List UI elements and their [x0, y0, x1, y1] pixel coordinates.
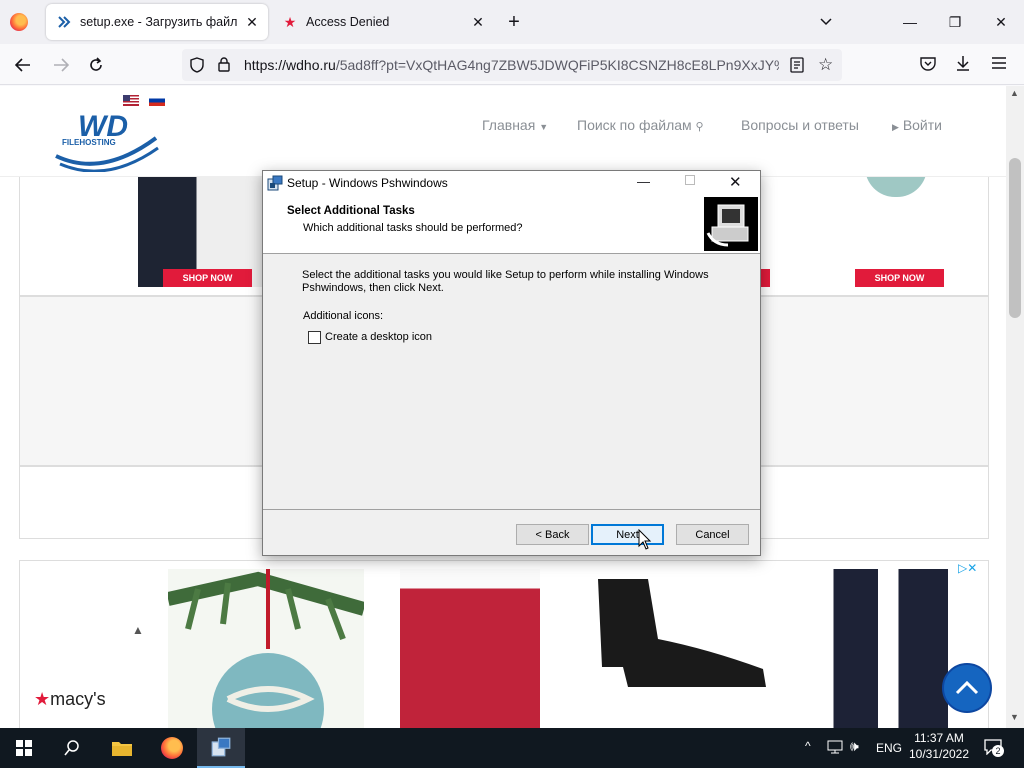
scroll-up-arrow-icon[interactable]: ▲ [1010, 88, 1019, 98]
language-indicator[interactable]: ENG [876, 741, 902, 755]
macys-star-icon: ★ [34, 689, 51, 709]
ad-banner-macys[interactable]: ▲ ★macy's ▷✕ [19, 560, 989, 728]
tab-setup-exe[interactable]: setup.exe - Загрузить файл или ✕ [46, 4, 268, 40]
scroll-to-top-button[interactable] [942, 663, 992, 713]
desktop-icon-checkbox-label[interactable]: Create a desktop icon [325, 331, 432, 343]
menu-item-home[interactable]: Главная ▼ [482, 117, 548, 133]
macys-logo[interactable]: ★macy's [34, 689, 106, 710]
menu-item-label: Главная [482, 117, 536, 133]
tab-access-denied[interactable]: ★ Access Denied ✕ [272, 4, 494, 40]
restore-window-button[interactable]: ❐ [941, 8, 969, 36]
shield-icon[interactable] [190, 57, 204, 76]
hamburger-menu-icon[interactable] [992, 57, 1006, 72]
firefox-taskbar-icon[interactable] [148, 728, 196, 768]
page-scrollbar[interactable]: ▲ ▼ [1006, 86, 1024, 728]
notification-count-badge: 2 [992, 745, 1004, 757]
next-button[interactable]: Next [591, 524, 664, 545]
triangle-icon: ▲ [132, 623, 144, 637]
close-tab-icon[interactable]: ✕ [466, 10, 490, 34]
dialog-header: Select Additional Tasks Which additional… [263, 195, 760, 254]
ad-product-image-boot[interactable] [588, 579, 768, 691]
url-text[interactable]: https://wdho.ru/5ad8ff?pt=VxQtHAG4ng7ZBW… [244, 57, 779, 73]
url-path: /5ad8ff?pt=VxQtHAG4ng7ZBW5JDWQFiP5KI8CSN… [335, 57, 779, 73]
url-domain: https://wdho.ru [244, 57, 336, 73]
shop-now-button-3[interactable]: SHOP NOW [855, 269, 944, 287]
back-button[interactable]: < Back [516, 524, 589, 545]
clock[interactable]: 11:37 AM 10/31/2022 [906, 731, 972, 761]
dialog-minimize-button[interactable]: — [637, 174, 650, 189]
menu-item-login[interactable]: ▶ Войти [892, 117, 942, 133]
dialog-title-bar[interactable]: Setup - Windows Pshwindows — ✕ [263, 171, 760, 195]
flag-en-icon[interactable] [123, 95, 139, 106]
tab-title: setup.exe - Загрузить файл или [80, 15, 240, 29]
tab-bar: setup.exe - Загрузить файл или ✕ ★ Acces… [0, 0, 1024, 44]
caret-right-icon: ▶ [892, 122, 899, 132]
dialog-subheading: Which additional tasks should be perform… [303, 222, 523, 234]
forward-arrow-icon[interactable] [46, 50, 76, 80]
dialog-description: Select the additional tasks you would li… [302, 269, 709, 294]
bookmark-star-icon[interactable]: ☆ [818, 56, 833, 73]
desktop-icon-checkbox[interactable] [308, 331, 321, 344]
search-icon[interactable] [48, 728, 96, 768]
close-window-button[interactable]: ✕ [987, 8, 1015, 36]
caret-down-icon: ▼ [539, 122, 549, 132]
navigation-toolbar: https://wdho.ru/5ad8ff?pt=VxQtHAG4ng7ZBW… [0, 44, 1024, 85]
tab-title: Access Denied [306, 15, 390, 29]
flag-ru-icon[interactable] [149, 95, 165, 106]
notification-center-icon[interactable]: 2 [984, 739, 1004, 758]
minimize-window-button[interactable]: — [896, 8, 924, 36]
ad-choices-icon[interactable]: ▷✕ [958, 561, 977, 575]
windows-taskbar: ^ 🕪 ENG 11:37 AM 10/31/2022 2 [0, 728, 1024, 768]
menu-item-label: Войти [902, 117, 942, 133]
site-header: WD FILEHOSTING Главная ▼ Поиск по файлам… [0, 86, 1006, 176]
lock-icon[interactable] [218, 57, 230, 75]
show-hidden-icons-chevron-icon[interactable]: ^ [805, 739, 811, 753]
ad-product-image-sweater[interactable] [400, 569, 540, 728]
clock-time: 11:37 AM [914, 731, 964, 745]
scroll-down-arrow-icon[interactable]: ▼ [1010, 712, 1019, 722]
setup-taskbar-icon[interactable] [197, 728, 245, 768]
scrollbar-thumb[interactable] [1009, 158, 1021, 318]
new-tab-button[interactable]: + [502, 10, 526, 34]
search-icon: ⚲ [695, 121, 704, 133]
volume-icon[interactable]: 🕪 [850, 738, 859, 755]
list-tabs-chevron-icon[interactable] [814, 10, 838, 34]
dialog-maximize-button [685, 175, 695, 185]
back-arrow-icon[interactable] [8, 50, 38, 80]
file-explorer-icon[interactable] [98, 728, 146, 768]
firefox-menu-icon[interactable] [10, 13, 28, 31]
macys-logo-text: macy's [50, 689, 106, 709]
setup-app-icon [267, 175, 283, 194]
shop-now-button-1[interactable]: SHOP NOW [163, 269, 252, 287]
menu-item-faq[interactable]: Вопросы и ответы [741, 117, 859, 133]
dialog-heading: Select Additional Tasks [287, 205, 415, 217]
chevron-up-icon [955, 681, 979, 695]
logo-subtext: FILEHOSTING [62, 138, 116, 147]
computer-install-icon [704, 197, 758, 251]
reader-view-icon[interactable] [790, 57, 804, 76]
double-chevron-icon [56, 14, 72, 30]
mouse-cursor-icon [638, 529, 652, 550]
menu-item-search[interactable]: Поиск по файлам ⚲ [577, 117, 704, 133]
downloads-icon[interactable] [955, 55, 971, 75]
network-icon[interactable] [827, 740, 843, 757]
cancel-button[interactable]: Cancel [676, 524, 749, 545]
reload-icon[interactable] [81, 50, 111, 80]
dialog-separator [263, 509, 760, 510]
clock-date: 10/31/2022 [908, 747, 970, 761]
ad-product-image-blazer[interactable] [818, 569, 948, 728]
additional-icons-label: Additional icons: [303, 310, 384, 322]
star-icon: ★ [283, 13, 297, 30]
close-tab-icon[interactable]: ✕ [240, 10, 264, 34]
setup-dialog: Setup - Windows Pshwindows — ✕ Select Ad… [262, 170, 761, 556]
dialog-close-button[interactable]: ✕ [729, 173, 742, 191]
menu-item-label: Поиск по файлам [577, 117, 692, 133]
ad-product-image-ornament-2[interactable] [166, 569, 366, 728]
dialog-title: Setup - Windows Pshwindows [287, 176, 448, 190]
pocket-icon[interactable] [920, 56, 936, 74]
url-bar[interactable]: https://wdho.ru/5ad8ff?pt=VxQtHAG4ng7ZBW… [182, 49, 842, 81]
windows-start-icon[interactable] [0, 728, 48, 768]
